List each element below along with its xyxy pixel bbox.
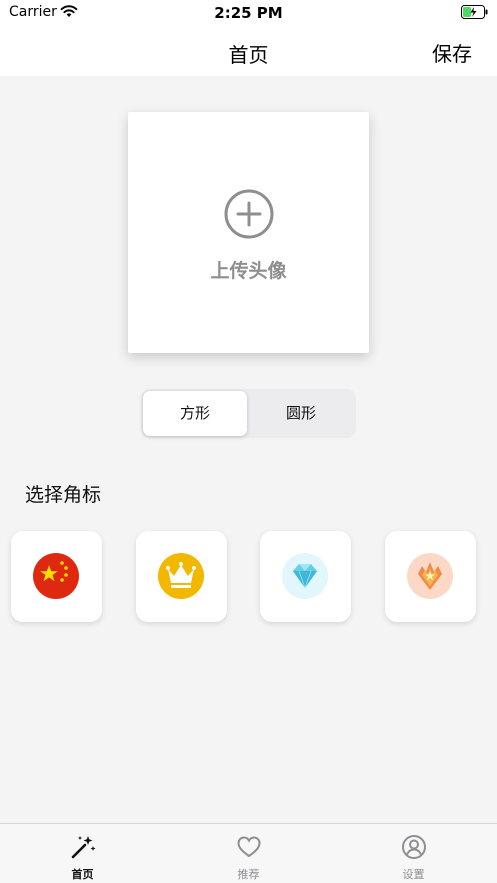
tab-settings-label: 设置 [402,868,425,881]
badge-option-phoenix[interactable] [385,531,476,622]
tab-settings[interactable]: 设置 [331,824,496,883]
tab-recommend-label: 推荐 [237,868,260,881]
tab-bar: 首页 推荐 设置 [0,823,497,883]
magic-wand-icon [71,836,96,859]
tab-recommend[interactable]: 推荐 [166,824,331,883]
badge-option-china-flag[interactable] [11,531,102,622]
shape-segmented-control: 方形 圆形 [141,389,356,438]
tab-home[interactable]: 首页 [0,824,165,883]
phoenix-icon [407,553,453,599]
navigation-bar: 首页 保存 [0,26,497,76]
app-screen: Carrier 2:25 PM 首页 保存 上传头像 方形 圆形 选择角标 首页… [0,0,497,883]
upload-avatar-label: 上传头像 [210,260,287,282]
china-flag-icon [33,553,79,599]
battery-charging-icon [461,5,488,19]
crown-icon [158,553,204,599]
save-button[interactable]: 保存 [432,38,472,67]
shape-option-circle[interactable]: 圆形 [249,391,353,436]
page-title: 首页 [228,43,269,67]
shape-option-square[interactable]: 方形 [143,391,247,436]
user-circle-icon [402,835,426,859]
tab-home-label: 首页 [71,868,94,881]
badge-option-crown[interactable] [136,531,227,622]
badge-option-diamond[interactable] [260,531,351,622]
heart-icon [237,836,261,858]
status-bar: Carrier 2:25 PM [0,0,497,26]
plus-circle-icon [224,189,274,239]
badge-section-title: 选择角标 [25,484,102,506]
diamond-icon [282,553,328,599]
status-time: 2:25 PM [214,4,283,22]
upload-avatar-button[interactable]: 上传头像 [128,112,369,353]
